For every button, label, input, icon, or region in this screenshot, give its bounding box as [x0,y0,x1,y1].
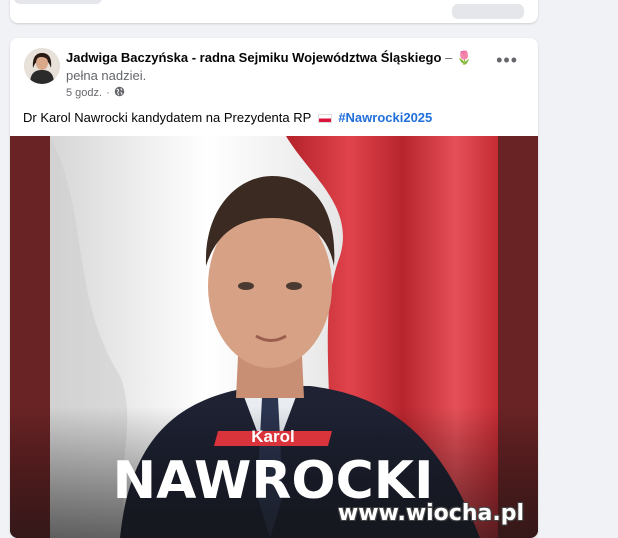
post-card: Jadwiga Baczyńska - radna Sejmiku Wojewó… [10,38,538,538]
site-watermark: www.wiocha.pl [337,501,524,526]
post-author[interactable]: Jadwiga Baczyńska - radna Sejmiku Wojewó… [66,50,472,66]
avatar[interactable] [24,48,60,84]
poster-first-name: Karol [251,427,294,446]
post-photo[interactable]: Karol NAWROCKI www.wiocha.pl [10,136,538,538]
dot-separator: · [106,87,110,99]
author-name[interactable]: Jadwiga Baczyńska - radna Sejmiku Wojewó… [66,50,441,65]
post-text: Dr Karol Nawrocki kandydatem na Prezyden… [23,110,432,125]
globe-icon[interactable] [114,86,125,100]
avatar-image [24,48,60,84]
previous-post-button[interactable] [452,4,524,19]
previous-post-action[interactable] [14,0,102,4]
poland-flag-icon [317,114,332,123]
post-timestamp[interactable]: 5 godz. [66,87,102,99]
post-body: Dr Karol Nawrocki kandydatem na Prezyden… [23,110,312,125]
feeling-text: pełna nadziei. [66,68,147,83]
previous-post-card [10,0,538,23]
post-meta: 5 godz. · [66,86,125,100]
hashtag-link[interactable]: #Nawrocki2025 [338,110,432,125]
more-options-icon[interactable]: ••• [496,51,518,69]
author-suffix: – [445,50,453,65]
candidate-poster: Karol NAWROCKI [10,136,538,538]
tulip-icon: 🌷 [455,50,473,65]
